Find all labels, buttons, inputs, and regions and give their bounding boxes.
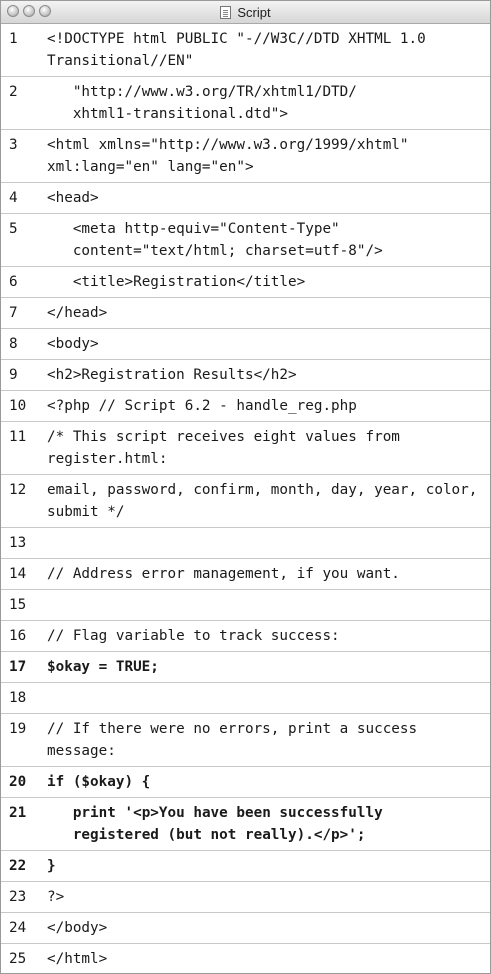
code-text: <?php // Script 6.2 - handle_reg.php xyxy=(47,398,357,414)
code-line: 21 print '<p>You have been successfully … xyxy=(1,798,490,851)
line-number: 8 xyxy=(9,336,18,352)
line-number: 25 xyxy=(9,951,27,967)
code-text: <title>Registration</title> xyxy=(47,274,306,290)
line-number: 21 xyxy=(9,805,27,821)
code-line: 11 /* This script receives eight values f… xyxy=(1,422,490,475)
line-number: 13 xyxy=(9,535,27,551)
line-number: 24 xyxy=(9,920,27,936)
code-line: 4 <head> xyxy=(1,183,490,214)
window-title-group: Script xyxy=(1,1,490,23)
code-line: 13 xyxy=(1,528,490,559)
code-text: <html xmlns="http://www.w3.org/1999/xhtm… xyxy=(47,137,418,175)
line-number: 23 xyxy=(9,889,27,905)
code-text: </head> xyxy=(47,305,108,321)
code-line: 2 "http://www.w3.org/TR/xhtml1/DTD/ xhtm… xyxy=(1,77,490,130)
document-icon xyxy=(220,5,232,19)
code-line: 8 <body> xyxy=(1,329,490,360)
title-bar[interactable]: Script xyxy=(1,1,490,24)
line-number: 9 xyxy=(9,367,18,383)
line-number: 19 xyxy=(9,721,27,737)
code-line: 23 ?> xyxy=(1,882,490,913)
code-text: // If there were no errors, print a succ… xyxy=(47,721,426,759)
code-text: print '<p>You have been successfully reg… xyxy=(72,805,383,843)
code-text: } xyxy=(47,858,56,874)
code-line: 10 <?php // Script 6.2 - handle_reg.php xyxy=(1,391,490,422)
code-text: <!DOCTYPE html PUBLIC "-//W3C//DTD XHTML… xyxy=(47,31,435,69)
line-number: 14 xyxy=(9,566,27,582)
code-text: </body> xyxy=(47,920,108,936)
code-text: <body> xyxy=(47,336,99,352)
code-text: </html> xyxy=(47,951,108,967)
line-number: 6 xyxy=(9,274,18,290)
line-number: 3 xyxy=(9,137,18,153)
code-line: 7 </head> xyxy=(1,298,490,329)
code-text: ?> xyxy=(47,889,65,905)
line-number: 4 xyxy=(9,190,18,206)
code-text: // Flag variable to track success: xyxy=(47,628,340,644)
code-line: 20 if ($okay) { xyxy=(1,767,490,798)
window-title: Script xyxy=(237,4,271,20)
code-line: 17 $okay = TRUE; xyxy=(1,652,490,683)
code-text: <head> xyxy=(47,190,99,206)
line-number: 11 xyxy=(9,429,27,445)
code-line: 22} xyxy=(1,851,490,882)
line-number: 15 xyxy=(9,597,27,613)
code-text: /* This script receives eight values fro… xyxy=(47,429,409,467)
code-line: 25 </html> xyxy=(1,944,490,973)
code-line: 5 <meta http-equiv="Content-Type" conten… xyxy=(1,214,490,267)
code-text: "http://www.w3.org/TR/xhtml1/DTD/ xhtml1… xyxy=(72,84,357,122)
code-text: <h2>Registration Results</h2> xyxy=(47,367,297,383)
code-text: if ($okay) { xyxy=(47,774,151,790)
code-line: 16 // Flag variable to track success: xyxy=(1,621,490,652)
line-number: 17 xyxy=(9,659,27,675)
line-number: 12 xyxy=(9,482,27,498)
line-number: 2 xyxy=(9,84,18,100)
code-line: 18 xyxy=(1,683,490,714)
code-line: 12 email, password, confirm, month, day, … xyxy=(1,475,490,528)
code-text: <meta http-equiv="Content-Type" content=… xyxy=(72,221,383,259)
line-number: 5 xyxy=(9,221,18,237)
code-listing: 1 <!DOCTYPE html PUBLIC "-//W3C//DTD XHTM… xyxy=(1,24,490,973)
code-line: 9 <h2>Registration Results</h2> xyxy=(1,360,490,391)
line-number: 20 xyxy=(9,774,27,790)
line-number: 22 xyxy=(9,858,27,874)
code-text: // Address error management, if you want… xyxy=(47,566,400,582)
code-line: 3 <html xmlns="http://www.w3.org/1999/xht… xyxy=(1,130,490,183)
code-line: 15 xyxy=(1,590,490,621)
code-text: $okay = TRUE; xyxy=(47,659,159,675)
code-line: 1 <!DOCTYPE html PUBLIC "-//W3C//DTD XHTM… xyxy=(1,24,490,77)
line-number: 18 xyxy=(9,690,27,706)
line-number: 16 xyxy=(9,628,27,644)
line-number: 7 xyxy=(9,305,18,321)
code-text: email, password, confirm, month, day, ye… xyxy=(47,482,486,520)
code-line: 6 <title>Registration</title> xyxy=(1,267,490,298)
code-line: 19 // If there were no errors, print a su… xyxy=(1,714,490,767)
code-line: 14 // Address error management, if you wa… xyxy=(1,559,490,590)
line-number: 1 xyxy=(9,31,18,47)
script-window: Script 1 <!DOCTYPE html PUBLIC "-//W3C//D… xyxy=(0,0,491,974)
code-line: 24 </body> xyxy=(1,913,490,944)
line-number: 10 xyxy=(9,398,27,414)
